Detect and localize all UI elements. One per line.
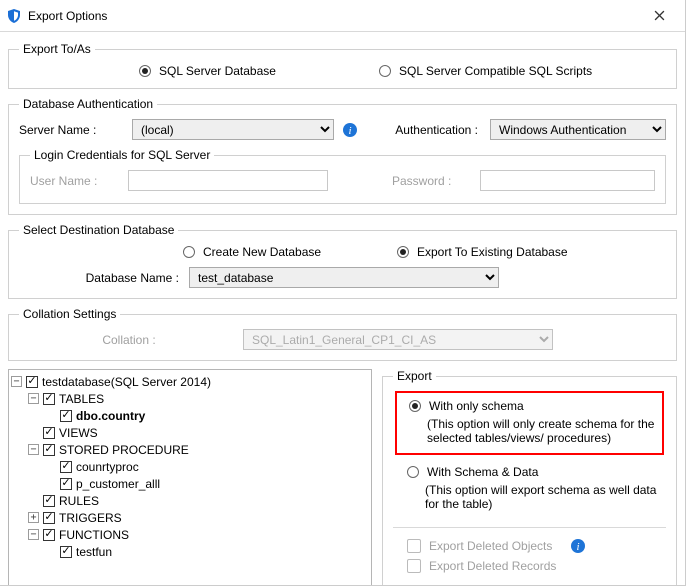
checkbox-export-deleted-records — [407, 559, 421, 573]
tree-rules[interactable]: RULES — [28, 492, 369, 509]
tree-checkbox[interactable] — [60, 461, 72, 473]
window-title: Export Options — [28, 9, 639, 23]
tree-checkbox[interactable] — [43, 529, 55, 541]
tree-tables[interactable]: − TABLES — [28, 390, 369, 407]
radio-only-schema[interactable]: With only schema — [409, 399, 656, 413]
tree-item[interactable]: dbo.country — [45, 407, 369, 424]
svg-text:i: i — [348, 125, 351, 137]
tree-checkbox[interactable] — [60, 546, 72, 558]
username-input — [128, 170, 328, 191]
database-name-label: Database Name : — [19, 271, 185, 285]
server-name-select[interactable]: (local) — [132, 119, 334, 140]
collapse-icon[interactable]: − — [28, 393, 39, 404]
close-button[interactable] — [639, 2, 679, 30]
login-credentials-group: Login Credentials for SQL Server User Na… — [19, 148, 666, 204]
collation-legend: Collation Settings — [19, 307, 120, 321]
export-to-legend: Export To/As — [19, 42, 95, 56]
radio-export-existing-db[interactable]: Export To Existing Database — [397, 245, 568, 259]
auth-group: Database Authentication Server Name : (l… — [8, 97, 677, 215]
password-input — [480, 170, 655, 191]
export-options-group: Export With only schema (This option wil… — [382, 369, 677, 586]
login-credentials-legend: Login Credentials for SQL Server — [30, 148, 214, 162]
expand-icon[interactable]: + — [28, 512, 39, 523]
tree-root[interactable]: − testdatabase(SQL Server 2014) — [11, 373, 369, 390]
radio-create-new-db[interactable]: Create New Database — [183, 245, 393, 259]
server-name-label: Server Name : — [19, 123, 124, 137]
tree-item[interactable]: p_customer_alll — [45, 475, 369, 492]
tree-stored-procedure[interactable]: − STORED PROCEDURE — [28, 441, 369, 458]
tree-checkbox[interactable] — [43, 495, 55, 507]
tree-triggers[interactable]: + TRIGGERS — [28, 509, 369, 526]
radio-schema-and-data[interactable]: With Schema & Data — [407, 465, 660, 479]
radio-sql-server-db[interactable]: SQL Server Database — [139, 64, 379, 78]
object-tree[interactable]: − testdatabase(SQL Server 2014) − TABLES — [8, 369, 372, 586]
collapse-icon[interactable]: − — [11, 376, 22, 387]
info-icon[interactable]: i — [342, 122, 358, 138]
tree-checkbox[interactable] — [43, 393, 55, 405]
tree-item[interactable]: counrtyproc — [45, 458, 369, 475]
checkbox-export-deleted-objects — [407, 539, 421, 553]
tree-checkbox[interactable] — [43, 512, 55, 524]
only-schema-description: (This option will only create schema for… — [409, 413, 656, 445]
tree-views[interactable]: VIEWS — [28, 424, 369, 441]
app-shield-icon — [6, 8, 22, 24]
tree-checkbox[interactable] — [43, 444, 55, 456]
collation-label: Collation : — [19, 333, 239, 347]
auth-legend: Database Authentication — [19, 97, 157, 111]
username-label: User Name : — [30, 174, 120, 188]
schema-and-data-description: (This option will export schema as well … — [407, 479, 660, 511]
collation-select: SQL_Latin1_General_CP1_CI_AS — [243, 329, 553, 350]
authentication-label: Authentication : — [395, 123, 478, 137]
radio-sql-scripts[interactable]: SQL Server Compatible SQL Scripts — [379, 64, 592, 78]
tree-checkbox[interactable] — [43, 427, 55, 439]
dest-db-legend: Select Destination Database — [19, 223, 178, 237]
database-name-select[interactable]: test_database — [189, 267, 499, 288]
dest-db-group: Select Destination Database Create New D… — [8, 223, 677, 299]
collapse-icon[interactable]: − — [28, 529, 39, 540]
authentication-select[interactable]: Windows Authentication — [490, 119, 666, 140]
export-options-legend: Export — [393, 369, 436, 383]
info-icon[interactable]: i — [570, 538, 586, 554]
tree-functions[interactable]: − FUNCTIONS — [28, 526, 369, 543]
svg-text:i: i — [577, 541, 580, 553]
close-icon — [654, 10, 665, 21]
tree-item[interactable]: testfun — [45, 543, 369, 560]
password-label: Password : — [392, 174, 472, 188]
tree-checkbox[interactable] — [60, 410, 72, 422]
export-to-group: Export To/As SQL Server Database SQL Ser… — [8, 42, 677, 89]
collapse-icon[interactable]: − — [28, 444, 39, 455]
tree-checkbox[interactable] — [60, 478, 72, 490]
titlebar: Export Options — [0, 0, 685, 31]
tree-checkbox[interactable] — [26, 376, 38, 388]
collation-group: Collation Settings Collation : SQL_Latin… — [8, 307, 677, 361]
